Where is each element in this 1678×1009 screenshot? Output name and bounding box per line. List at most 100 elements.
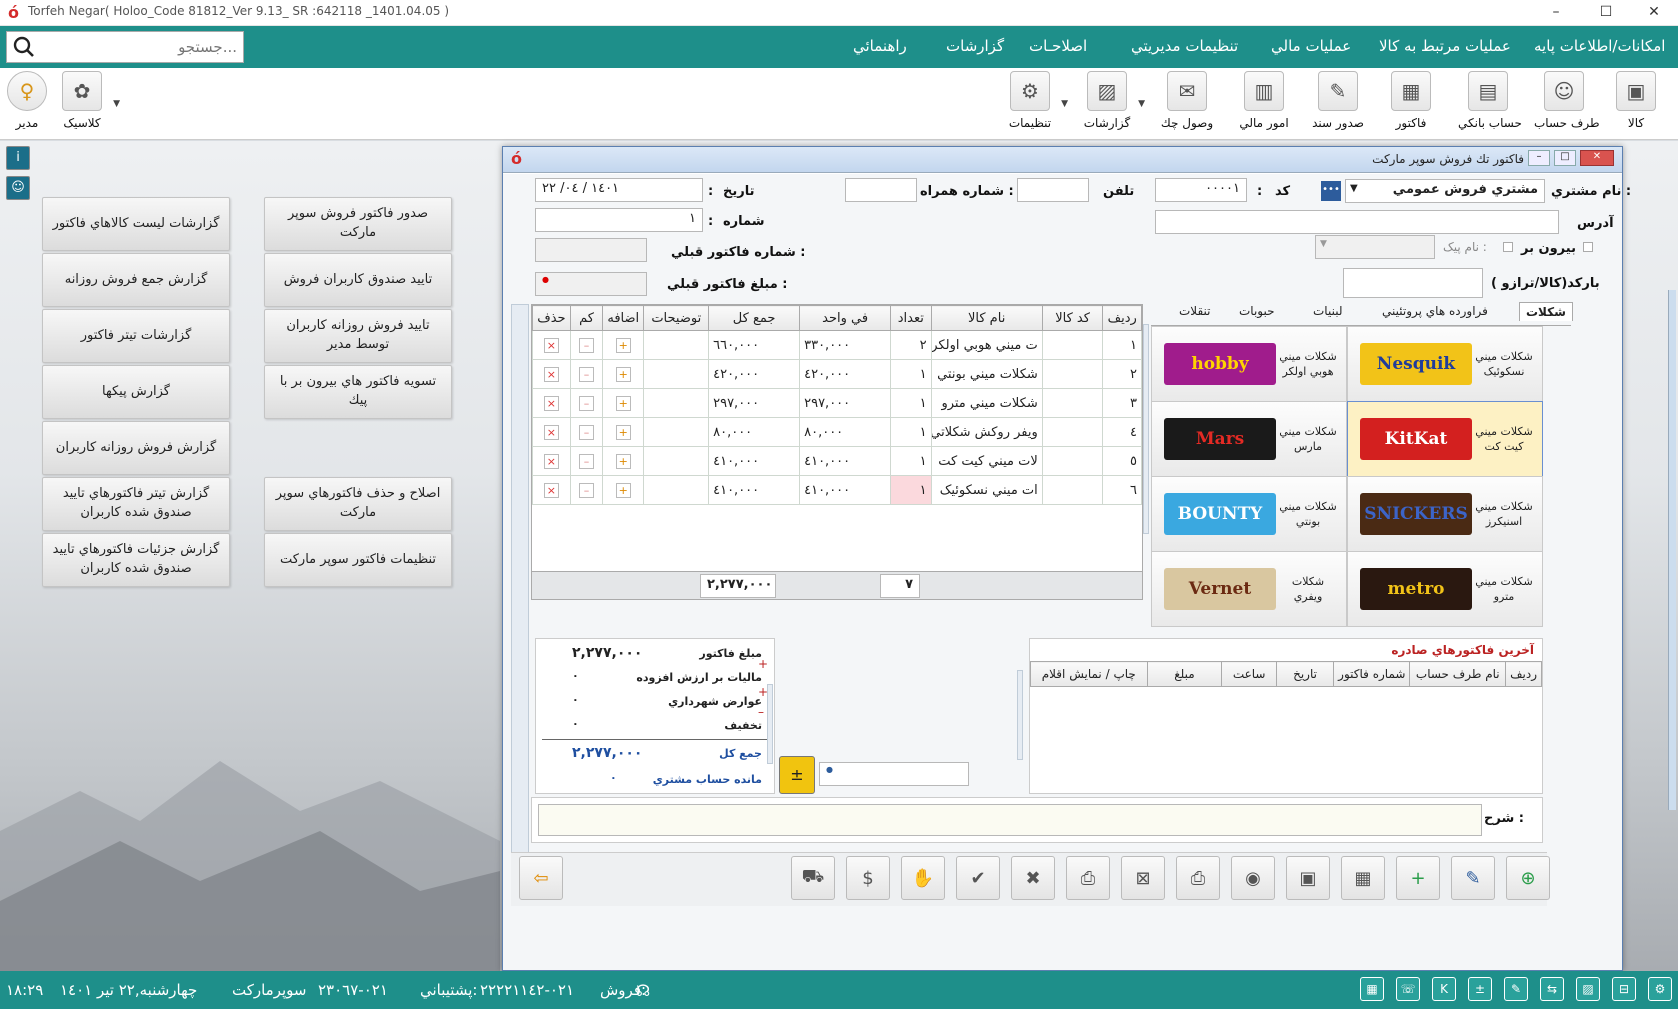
print-cancel-icon[interactable]: ✖ (1011, 856, 1055, 900)
cell-qty[interactable]: ١ (890, 388, 932, 418)
prev-amount-field[interactable]: ● (535, 272, 647, 296)
last-invoices-column-header[interactable]: تاريخ (1275, 661, 1335, 687)
mobile-field[interactable] (845, 178, 917, 202)
menu-reports[interactable]: گزارشات (946, 37, 1004, 55)
minus-icon[interactable]: – (578, 366, 594, 382)
toolbar-manager-button[interactable]: ♀ مدير (0, 71, 57, 137)
column-header-col-name[interactable]: نام كالا (930, 305, 1043, 331)
desk-btn-confirm-daily[interactable]: تاييد فروش روزانه كاربران توسط مدير (264, 309, 452, 363)
cell-notes[interactable] (643, 475, 710, 505)
desk-btn-report-confirmed-headers[interactable]: گزارش تيتر فاكتورهاي تاييد صندوق شده كار… (42, 477, 230, 531)
last-invoices-column-header[interactable]: چاپ / نمايش اقلام (1030, 661, 1148, 687)
barcode-field[interactable] (1343, 268, 1483, 298)
table-row[interactable]: ٥ لات ميني كيت كت ١ ٤١٠,٠٠٠ ٤١٠,٠٠٠ + – × (532, 446, 1142, 476)
minus-icon[interactable]: – (578, 453, 594, 469)
customer-select[interactable]: مشتري فروش عمومي ▼ (1345, 179, 1545, 203)
description-field[interactable] (538, 804, 1482, 836)
desk-btn-report-headers[interactable]: گزارشات تيتر فاكتور (42, 309, 230, 363)
network-icon[interactable]: ⚙ (1648, 977, 1672, 1001)
desktop-scrollbar[interactable] (1668, 290, 1676, 810)
last-invoices-column-header[interactable]: مبلغ (1146, 661, 1223, 687)
delivery-view-icon[interactable]: ◉ (1231, 856, 1275, 900)
plus-icon[interactable]: + (615, 424, 631, 440)
add-goods-icon[interactable]: ⊕ (1506, 856, 1550, 900)
grid-splitter[interactable] (1143, 324, 1149, 534)
tab-protein[interactable]: فراورده هاي پروتئيني (1376, 302, 1494, 320)
cell-notes[interactable] (643, 446, 710, 476)
menu-goods-ops[interactable]: عمليات مرتبط به كالا (1379, 37, 1511, 55)
print-icon[interactable]: ⎙ (1066, 856, 1110, 900)
chevron-down-icon[interactable]: ▼ (113, 99, 120, 109)
cell-qty[interactable]: ١ (890, 475, 932, 505)
desk-btn-courier-settle[interactable]: تسويه فاكتور هاي بيرون بر با پيك (264, 365, 452, 419)
image-icon[interactable]: ▨ (1576, 977, 1600, 1001)
toolbar-goods-button[interactable]: ▣ كالا (1606, 71, 1666, 137)
table-row[interactable]: ٦ ات ميني نسكوئيک ١ ٤١٠,٠٠٠ ٤١٠,٠٠٠ + – × (532, 475, 1142, 505)
user-profile-icon[interactable]: ☺ (6, 176, 30, 200)
last-invoices-column-header[interactable]: رديف (1505, 661, 1542, 687)
note-icon[interactable]: ✎ (1504, 977, 1528, 1001)
plus-icon[interactable]: + (615, 482, 631, 498)
product-tile[interactable]: شكلات ويفري Vernet (1151, 551, 1347, 627)
chevron-down-icon[interactable]: ▼ (1138, 99, 1145, 109)
delete-icon[interactable]: × (543, 424, 559, 440)
toolbar-bank-button[interactable]: ▤ حساب بانكي (1458, 71, 1522, 137)
close-button[interactable]: ✕ (1632, 0, 1676, 26)
toolbar-party-button[interactable]: ☺ طرف حساب (1534, 71, 1600, 137)
cell-notes[interactable] (643, 417, 710, 447)
save-view-icon[interactable]: ▣ (1286, 856, 1330, 900)
column-header-col-row[interactable]: رديف (1102, 305, 1142, 331)
table-row[interactable]: ٢ شكلات ميني بونتي ١ ٤٢٠,٠٠٠ ٤٢٠,٠٠٠ + – × (532, 359, 1142, 389)
left-splitter[interactable] (511, 304, 529, 864)
window-close-button[interactable]: ✕ (1580, 150, 1614, 166)
toolbar-invoice-button[interactable]: ▦ فاكتور (1381, 71, 1441, 137)
column-header-col-notes[interactable]: توضيحات (643, 305, 710, 331)
table-row[interactable]: ٣ شكلات ميني مترو ١ ٢٩٧,٠٠٠ ٢٩٧,٠٠٠ + – × (532, 388, 1142, 418)
minus-icon[interactable]: – (578, 395, 594, 411)
last-invoices-column-header[interactable]: ساعت (1221, 661, 1277, 687)
delete-icon[interactable]: × (543, 366, 559, 382)
desk-btn-report-confirmed-details[interactable]: گزارش جزئيات فاكتورهاي تاييد صندوق شده ك… (42, 533, 230, 587)
customer-balance-field[interactable]: ● (819, 762, 969, 786)
share-icon[interactable]: ⇆ (1540, 977, 1564, 1001)
cell-qty[interactable]: ١ (890, 446, 932, 476)
cell-qty[interactable]: ١ (890, 359, 932, 389)
minus-icon[interactable]: – (578, 424, 594, 440)
tab-snacks[interactable]: تنقلات (1173, 302, 1217, 320)
cell-qty[interactable]: ٢ (890, 330, 932, 360)
product-tile[interactable]: شكلات ميني مارس Mars (1151, 401, 1347, 477)
toolbar-finance-button[interactable]: ▥ امور مالي (1234, 71, 1294, 137)
search-icon[interactable] (13, 36, 35, 58)
column-header-col-unit-price[interactable]: في واحد (799, 305, 892, 331)
toolbar-settings-button[interactable]: ⚙ تنظيمات ▼ (1000, 71, 1068, 137)
delete-icon[interactable]: × (543, 453, 559, 469)
column-header-col-total[interactable]: جمع كل (708, 305, 801, 331)
stamp-approve-icon[interactable]: ✔ (956, 856, 1000, 900)
desk-btn-edit-invoices[interactable]: اصلاح و حذف فاكتورهاي سوپر ماركت (264, 477, 452, 531)
menu-financial-ops[interactable]: عمليات مالي (1271, 37, 1351, 55)
menu-management-settings[interactable]: تنظيمات مديريتي (1131, 37, 1238, 55)
column-header-col-delete[interactable]: حذف (532, 305, 571, 331)
last-invoices-splitter[interactable] (1017, 670, 1023, 760)
table-row[interactable]: ١ ت ميني هوبي اولكر ٢ ٣٣٠,٠٠٠ ٦٦٠,٠٠٠ + – × (532, 330, 1142, 360)
code-field[interactable]: ٠٠٠٠١ (1155, 178, 1247, 202)
prev-number-field[interactable] (535, 238, 647, 262)
product-tile[interactable]: شكلات ميني مترو metro (1347, 551, 1543, 627)
window-minimize-button[interactable]: – (1528, 150, 1550, 166)
menu-corrections[interactable]: اصلاحـات (1029, 37, 1087, 55)
hand-money-icon[interactable]: ✋ (901, 856, 945, 900)
courier-checkbox[interactable] (1503, 242, 1513, 252)
delete-icon[interactable]: × (543, 337, 559, 353)
address-field[interactable] (1155, 210, 1559, 234)
print-money-icon[interactable]: ⎙ (1176, 856, 1220, 900)
column-header-col-code[interactable]: كد كالا (1041, 305, 1104, 331)
column-header-col-add[interactable]: اضافه (602, 305, 645, 331)
toolbar-voucher-button[interactable]: ✎ صدور سند (1308, 71, 1368, 137)
calendar-icon[interactable]: ⊟ (1612, 977, 1636, 1001)
tab-chocolate[interactable]: شكلات (1519, 302, 1573, 321)
toolbar-cheque-button[interactable]: ✉ وصول چك (1157, 71, 1217, 137)
info-icon[interactable]: i (6, 146, 30, 170)
maximize-button[interactable]: ☐ (1584, 0, 1628, 26)
product-tile[interactable]: شكلات ميني اسنيكرز SNICKERS (1347, 476, 1543, 552)
invoice-money-icon[interactable]: ▦ (1341, 856, 1385, 900)
